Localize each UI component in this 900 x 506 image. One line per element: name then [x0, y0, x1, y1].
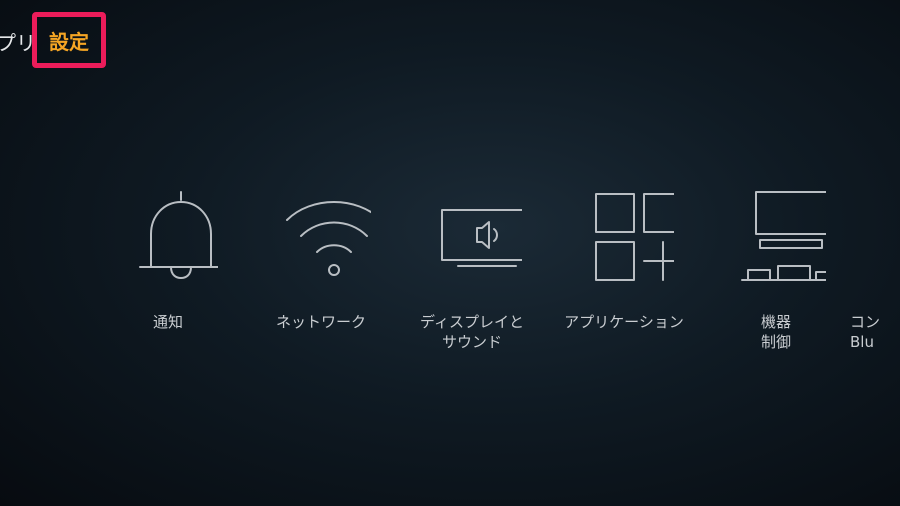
display-sound-icon — [441, 209, 522, 267]
tile-network[interactable]: ネットワーク — [256, 182, 386, 332]
tile-applications[interactable]: アプリケーション — [559, 182, 689, 332]
bell-icon — [139, 191, 218, 279]
fire-tv-settings-screen: プリ 設定 通知 ネットワーク ディスプレイと サウンド アプリケーション 機器… — [0, 0, 900, 506]
tile-label: 通知 — [152, 313, 183, 331]
tile-label: アプリケーション — [564, 313, 684, 331]
tile-display-sound[interactable]: ディスプレイと サウンド — [407, 182, 537, 352]
tile-label: ネットワーク — [275, 313, 366, 331]
wifi-icon — [286, 201, 371, 276]
tile-label: ディスプレイと サウンド — [420, 313, 524, 351]
nav-settings-label: 設定 — [49, 29, 89, 54]
tile-equipment-control[interactable]: 機器 制御 — [711, 182, 841, 352]
nav-settings-focused[interactable]: 設定 — [32, 12, 106, 68]
tile-controllers-bluetooth[interactable]: コン Blu — [850, 182, 900, 352]
tile-label: 機器 制御 — [760, 313, 791, 351]
tile-notifications[interactable]: 通知 — [103, 182, 233, 332]
top-navigation: プリ 設定 — [0, 0, 900, 80]
equipment-control-icon — [741, 191, 826, 281]
nav-apps[interactable]: プリ — [0, 27, 36, 56]
applications-icon — [595, 193, 674, 281]
tile-label: コン Blu — [850, 313, 881, 351]
